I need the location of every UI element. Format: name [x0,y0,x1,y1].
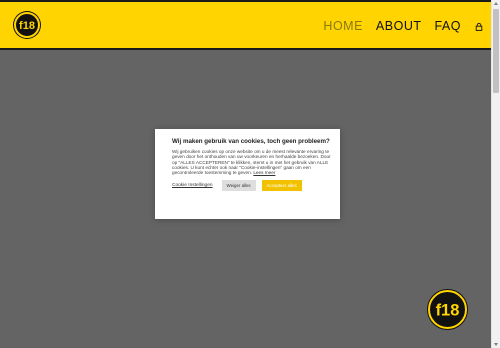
cookie-dialog-title: Wij maken gebruik van cookies, toch geen… [172,138,330,145]
floating-f18-badge[interactable]: f18 [428,290,467,329]
logo-glyph: f18 [19,20,35,32]
scroll-down-arrow-icon[interactable] [494,343,498,346]
f18-logo-icon: f18 [436,302,460,320]
scroll-up-arrow-icon[interactable] [494,2,498,5]
cookie-dialog-text: Wij gebruiken cookies op onze website om… [172,149,331,176]
lock-bag-icon[interactable] [475,23,483,31]
nav-item-home[interactable]: HOME [323,18,363,34]
site-header: f18 HOME ABOUT FAQ [0,0,491,50]
cookie-settings-button[interactable]: Cookie Instellingen [172,183,213,188]
accept-all-button[interactable]: Accepteer alles [261,180,302,192]
nav-item-faq[interactable]: FAQ [434,18,461,34]
f18-logo-icon[interactable]: f18 [14,12,40,38]
svg-text:f18: f18 [436,302,460,320]
reject-all-button[interactable]: Weiger alles [221,180,256,192]
scrollbar-thumb[interactable] [493,9,499,93]
cookie-dialog-body: Wij gebruiken cookies op onze website om… [172,149,331,175]
page: f18 HOME ABOUT FAQ Wij maken gebruik van… [0,0,491,348]
cookie-dialog-actions: Cookie Instellingen Weiger alles Accepte… [172,180,331,192]
read-more-link[interactable]: Lees meer [253,170,275,175]
main-nav: HOME ABOUT FAQ [310,18,483,34]
page-scrollbar[interactable] [491,0,500,348]
nav-item-about[interactable]: ABOUT [376,18,422,34]
cookie-consent-dialog: Wij maken gebruik van cookies, toch geen… [155,129,340,219]
svg-text:f18: f18 [19,20,35,32]
